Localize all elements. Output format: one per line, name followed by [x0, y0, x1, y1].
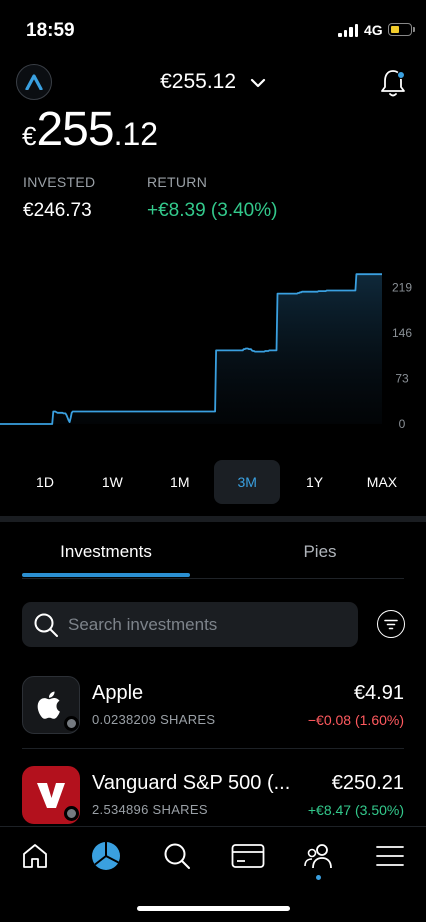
- notifications-button[interactable]: [378, 66, 408, 100]
- battery-icon: [388, 23, 415, 36]
- holding-value: €250.21: [331, 772, 404, 794]
- holding-shares: 0.0238209 SHARES: [92, 712, 216, 727]
- y-tick-label: 146: [392, 326, 412, 340]
- invested-value: €246.73: [23, 200, 92, 221]
- holding-name: Apple: [92, 682, 144, 704]
- notification-badge: [397, 71, 405, 79]
- holding-change: −€0.08 (1.60%): [307, 712, 404, 728]
- signal-icon: [338, 24, 358, 37]
- holding-shares: 2.534896 SHARES: [92, 802, 208, 817]
- holding-change: +€8.47 (3.50%): [307, 802, 404, 818]
- range-1m[interactable]: 1M: [147, 460, 213, 504]
- network-type: 4G: [364, 22, 383, 38]
- search-icon: [34, 613, 58, 637]
- holding-value: €4.91: [353, 682, 404, 704]
- nav-portfolio[interactable]: [89, 839, 123, 873]
- portfolio-value: €255.12: [22, 102, 159, 156]
- range-3m[interactable]: 3M: [214, 460, 281, 504]
- chart-area-fill: [0, 274, 382, 424]
- y-tick-label: 219: [392, 280, 412, 294]
- header: €255.12: [0, 62, 426, 104]
- range-1y[interactable]: 1Y: [282, 460, 348, 504]
- menu-icon: [376, 846, 404, 866]
- search-input[interactable]: [68, 602, 348, 647]
- return-value: +€8.39 (3.40%): [147, 200, 278, 221]
- search-bar: [22, 602, 358, 647]
- filter-button[interactable]: [377, 610, 405, 638]
- tab-investments[interactable]: Investments: [22, 542, 190, 562]
- search-icon: [164, 843, 190, 869]
- nav-social[interactable]: [302, 839, 336, 873]
- portfolio-value-decimal: .12: [113, 116, 159, 152]
- active-nav-indicator: [316, 875, 321, 880]
- status-dot: [64, 806, 79, 821]
- home-icon: [23, 844, 47, 868]
- invested-stat: INVESTED €246.73: [23, 174, 95, 222]
- people-icon: [304, 844, 332, 869]
- status-time: 18:59: [26, 20, 75, 41]
- nav-menu[interactable]: [373, 839, 407, 873]
- y-tick-label: 73: [395, 371, 409, 385]
- y-tick-label: 0: [399, 417, 406, 431]
- nav-card[interactable]: [231, 839, 265, 873]
- portfolio-currency: €: [22, 121, 37, 151]
- row-divider: [22, 748, 404, 749]
- active-tab-indicator: [22, 573, 190, 577]
- invested-label: INVESTED: [23, 174, 96, 190]
- range-max[interactable]: MAX: [349, 460, 415, 504]
- nav-home[interactable]: [18, 839, 52, 873]
- holdings-tabs: Investments Pies: [22, 522, 404, 579]
- chevron-down-icon: [250, 70, 266, 94]
- time-range-selector: 1D 1W 1M 3M 1Y MAX: [12, 460, 415, 504]
- card-icon: [231, 844, 265, 868]
- header-total-selector[interactable]: €255.12: [0, 70, 426, 94]
- holding-row-vanguard[interactable]: Vanguard S&P 500 (... 2.534896 SHARES €2…: [22, 764, 404, 826]
- pie-chart-icon: [92, 842, 120, 870]
- tab-pies[interactable]: Pies: [236, 542, 404, 562]
- holding-name: Vanguard S&P 500 (...: [92, 772, 291, 794]
- range-1w[interactable]: 1W: [79, 460, 145, 504]
- status-bar: 18:59 4G: [0, 0, 426, 58]
- portfolio-chart[interactable]: 219 146 73 0: [0, 258, 426, 438]
- return-label: RETURN: [147, 174, 208, 190]
- header-total-value: €255.12: [160, 70, 237, 93]
- return-stat: RETURN +€8.39 (3.40%): [147, 174, 277, 222]
- status-dot: [64, 716, 79, 731]
- holding-row-apple[interactable]: Apple 0.0238209 SHARES €4.91 −€0.08 (1.6…: [22, 674, 404, 736]
- nav-search[interactable]: [160, 839, 194, 873]
- filter-icon: [384, 619, 398, 629]
- home-indicator: [137, 906, 290, 911]
- apple-icon: [37, 691, 60, 719]
- portfolio-value-integer: 255: [36, 103, 114, 156]
- vanguard-icon: [37, 783, 65, 808]
- range-1d[interactable]: 1D: [12, 460, 78, 504]
